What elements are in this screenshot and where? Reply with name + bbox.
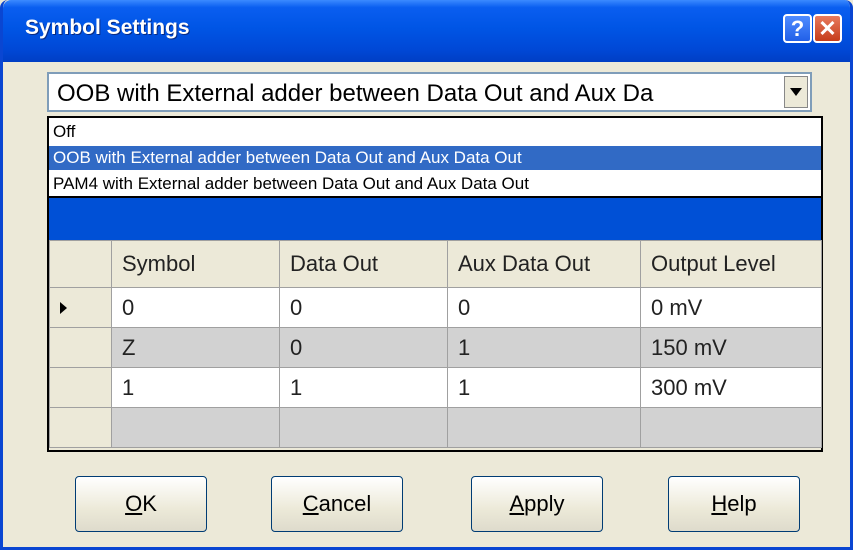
help-accel-key: H	[711, 491, 728, 516]
dropdown-arrow-button[interactable]	[784, 76, 808, 108]
new-row[interactable]	[49, 407, 822, 448]
window-title: Symbol Settings	[25, 16, 190, 39]
apply-accel-key: A	[509, 491, 525, 516]
symbol-grid: Symbol Data Out Aux Data Out Output Leve…	[47, 240, 823, 452]
column-header-symbol[interactable]: Symbol	[111, 240, 280, 288]
table-row[interactable]: Z 0 1 150 mV	[49, 327, 822, 368]
table-cell[interactable]: 150 mV	[640, 327, 822, 368]
table-cell[interactable]: Z	[111, 327, 280, 368]
table-cell[interactable]: 0 mV	[640, 287, 822, 328]
table-cell[interactable]: 0	[447, 287, 641, 328]
table-cell[interactable]: 1	[447, 327, 641, 368]
row-header[interactable]	[49, 407, 112, 448]
dropdown-option-oob[interactable]: OOB with External adder between Data Out…	[49, 146, 821, 170]
column-header-data-out[interactable]: Data Out	[279, 240, 448, 288]
title-bar: Symbol Settings ? ✕	[3, 0, 850, 62]
apply-button[interactable]: Apply	[471, 476, 603, 532]
table-cell[interactable]: 1	[279, 367, 448, 408]
table-cell[interactable]: 1	[447, 367, 641, 408]
grid-header-row: Symbol Data Out Aux Data Out Output Leve…	[49, 240, 822, 288]
symbol-settings-dialog: Symbol Settings ? ✕ OOB with External ad…	[0, 0, 853, 550]
apply-label-rest: pply	[524, 491, 565, 516]
ok-label-rest: K	[142, 491, 157, 516]
chevron-down-icon	[790, 88, 802, 96]
column-header-output-level[interactable]: Output Level	[640, 240, 822, 288]
help-title-button[interactable]: ?	[783, 14, 812, 43]
current-row-pointer-icon	[60, 301, 67, 314]
ok-button[interactable]: OK	[75, 476, 207, 532]
table-cell[interactable]	[640, 407, 822, 448]
table-cell[interactable]: 0	[279, 287, 448, 328]
row-header-corner	[49, 240, 112, 288]
table-row[interactable]: 1 1 1 300 mV	[49, 367, 822, 408]
dropdown-option-pam4[interactable]: PAM4 with External adder between Data Ou…	[49, 172, 821, 196]
close-icon[interactable]: ✕	[813, 14, 842, 43]
table-cell[interactable]: 0	[111, 287, 280, 328]
cancel-accel-key: C	[302, 491, 319, 516]
symbol-mode-dropdown-list: Off OOB with External adder between Data…	[47, 116, 823, 198]
row-header[interactable]	[49, 287, 112, 328]
table-cell[interactable]: 1	[111, 367, 280, 408]
table-cell[interactable]: 300 mV	[640, 367, 822, 408]
table-row[interactable]: 0 0 0 0 mV	[49, 287, 822, 328]
grid-caption-band	[47, 198, 823, 240]
table-cell[interactable]	[279, 407, 448, 448]
row-header[interactable]	[49, 367, 112, 408]
help-label-rest: elp	[727, 491, 757, 516]
symbol-mode-select[interactable]: OOB with External adder between Data Out…	[47, 72, 812, 112]
symbol-mode-selected-value: OOB with External adder between Data Out…	[57, 80, 654, 107]
ok-accel-key: O	[125, 491, 143, 516]
cancel-label-rest: ancel	[318, 491, 372, 516]
help-button[interactable]: Help	[668, 476, 800, 532]
table-cell[interactable]: 0	[279, 327, 448, 368]
column-header-aux-data-out[interactable]: Aux Data Out	[447, 240, 641, 288]
table-cell[interactable]	[447, 407, 641, 448]
table-cell[interactable]	[111, 407, 280, 448]
row-header[interactable]	[49, 327, 112, 368]
cancel-button[interactable]: Cancel	[271, 476, 403, 532]
dropdown-option-off[interactable]: Off	[49, 120, 821, 144]
